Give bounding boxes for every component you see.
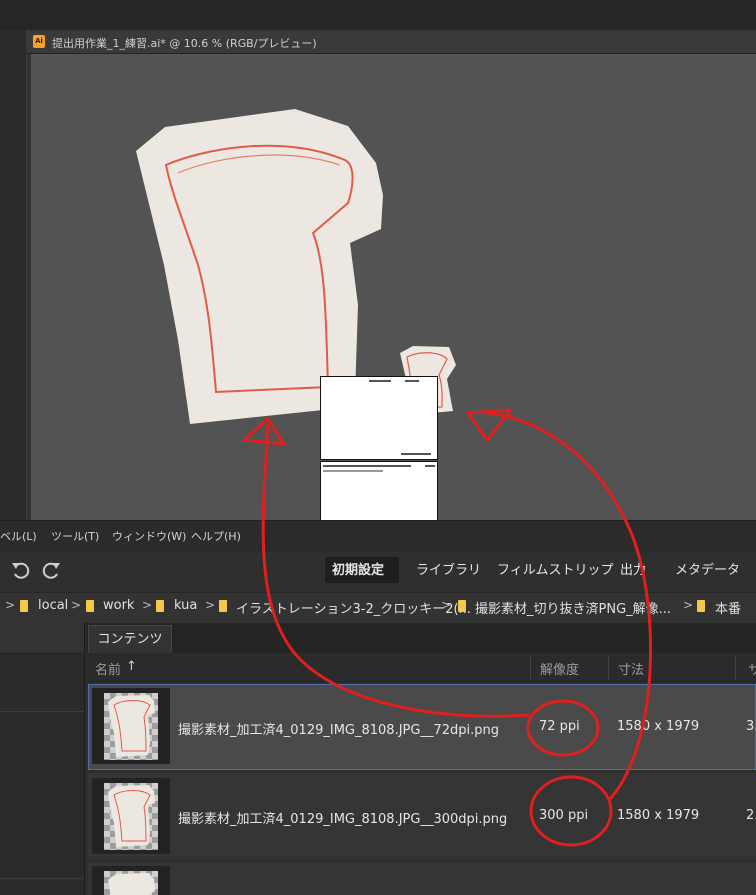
artboard-2[interactable] xyxy=(320,461,438,521)
menu-tools[interactable]: ツール(T) xyxy=(51,528,99,544)
column-size[interactable]: サ xyxy=(748,659,756,678)
file-name[interactable]: 撮影素材_加工済4_0129_IMG_8108.JPG__72dpi.png xyxy=(178,719,499,738)
workspace-essentials[interactable]: 初期設定 xyxy=(332,562,384,580)
path-separator-icon: > xyxy=(205,598,216,612)
file-size: 3. xyxy=(746,719,756,734)
column-name[interactable]: 名前 xyxy=(95,659,121,678)
workspace-libraries[interactable]: ライブラリ xyxy=(416,562,481,580)
file-row-partial[interactable] xyxy=(88,862,756,895)
artboard-text-line xyxy=(369,380,391,382)
artboard-text-line xyxy=(323,470,383,472)
menu-label[interactable]: ベル(L) xyxy=(0,528,37,544)
breadcrumb-work[interactable]: work xyxy=(103,598,134,613)
file-dimensions: 1580 x 1979 xyxy=(617,808,700,823)
workspace-metadata[interactable]: メタデータ xyxy=(675,562,740,580)
illustrator-left-panel xyxy=(0,30,26,520)
column-header xyxy=(86,653,756,682)
column-resolution[interactable]: 解像度 xyxy=(540,659,579,678)
path-separator-icon: > xyxy=(71,598,82,612)
path-separator-icon: > xyxy=(5,598,16,612)
file-size: 2. xyxy=(746,808,756,823)
path-separator-icon: > xyxy=(441,598,452,612)
folder-icon xyxy=(156,600,164,612)
document-tab-title[interactable]: 提出用作業_1_練習.ai* @ 10.6 % (RGB/プレビュー) xyxy=(52,35,317,51)
breadcrumb-honban[interactable]: 本番 xyxy=(715,598,741,617)
folder-icon xyxy=(697,600,705,612)
breadcrumb-local[interactable]: local xyxy=(38,598,68,613)
folder-icon xyxy=(20,600,28,612)
file-thumbnail[interactable] xyxy=(104,693,158,760)
artboard-text-line xyxy=(323,465,411,467)
artboard-1[interactable] xyxy=(320,376,438,460)
column-divider[interactable] xyxy=(608,655,609,679)
content-tab-bar xyxy=(86,623,756,653)
redo-icon[interactable] xyxy=(38,557,64,583)
tab-contents[interactable]: コンテンツ xyxy=(88,625,172,654)
workspace-output[interactable]: 出力 xyxy=(620,562,646,580)
menu-window[interactable]: ウィンドウ(W) xyxy=(112,528,186,544)
artboard-text-line xyxy=(401,453,431,455)
folders-panel-divider xyxy=(0,711,84,712)
file-resolution: 72 ppi xyxy=(539,719,580,734)
path-separator-icon: > xyxy=(683,598,694,612)
column-divider[interactable] xyxy=(735,655,736,679)
file-thumbnail[interactable] xyxy=(104,783,158,850)
illustrator-file-icon: Ai xyxy=(33,35,45,48)
folders-panel-header xyxy=(0,623,84,654)
breadcrumb-photo-material[interactable]: 撮影素材_切り抜き済PNG_解像... xyxy=(475,598,671,617)
file-thumbnail[interactable] xyxy=(104,871,158,895)
folders-panel-divider xyxy=(0,878,84,879)
folders-panel xyxy=(0,623,85,895)
folder-icon xyxy=(458,600,466,612)
file-name[interactable]: 撮影素材_加工済4_0129_IMG_8108.JPG__300dpi.png xyxy=(178,808,507,827)
artboard-text-line xyxy=(425,465,435,467)
illustrator-top-bar xyxy=(0,0,756,30)
menu-help[interactable]: ヘルプ(H) xyxy=(191,528,241,544)
column-dimensions[interactable]: 寸法 xyxy=(618,659,644,678)
folder-icon xyxy=(86,600,94,612)
file-resolution: 300 ppi xyxy=(539,808,589,823)
sort-ascending-icon[interactable]: ↑ xyxy=(126,659,137,674)
workspace-filmstrip[interactable]: フィルムストリップ xyxy=(497,562,613,580)
artboard-text-line xyxy=(405,380,419,382)
folder-icon xyxy=(219,600,227,612)
undo-icon[interactable] xyxy=(8,557,34,583)
file-dimensions: 1580 x 1979 xyxy=(617,719,700,734)
breadcrumb-kua[interactable]: kua xyxy=(174,598,197,613)
breadcrumb-illustration[interactable]: イラストレーション3-2_クロッキー2(... xyxy=(236,598,471,617)
column-divider[interactable] xyxy=(530,655,531,679)
path-separator-icon: > xyxy=(142,598,153,612)
